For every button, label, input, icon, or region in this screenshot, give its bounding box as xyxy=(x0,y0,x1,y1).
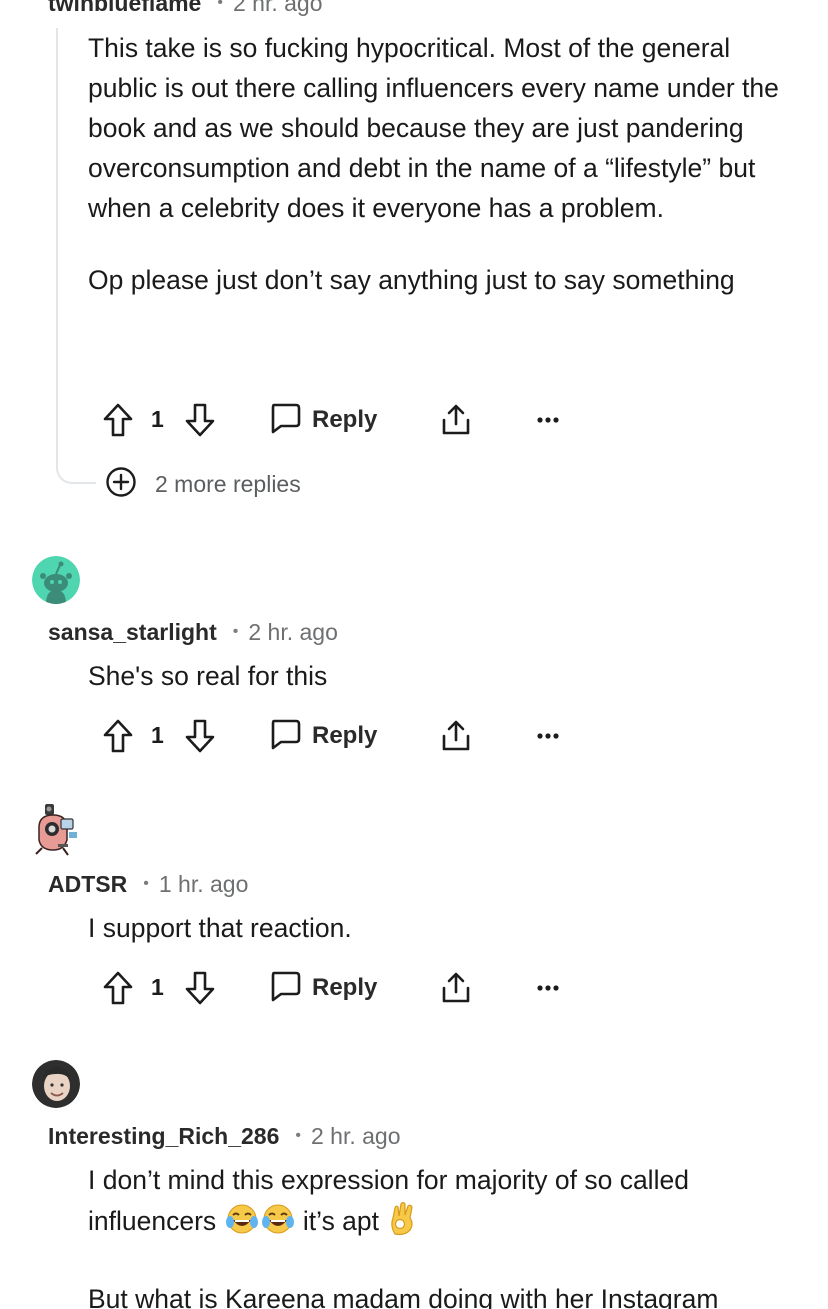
comment-text: it’s apt xyxy=(302,1206,380,1236)
vote-count: 1 xyxy=(151,722,164,748)
avatar[interactable] xyxy=(32,804,80,856)
downvote-icon[interactable] xyxy=(182,400,218,440)
vote-count: 1 xyxy=(151,974,164,1000)
username[interactable]: sansa_starlight xyxy=(48,619,217,646)
comment-paragraph: influencers it’s apt xyxy=(88,1200,788,1247)
comment-body: I support that reaction. xyxy=(88,908,788,948)
comment-paragraph: I support that reaction. xyxy=(88,913,352,943)
downvote-icon[interactable] xyxy=(182,716,218,756)
snoo-avatar-icon xyxy=(32,556,80,604)
comment-meta: Interesting_Rich_286 • 2 hr. ago xyxy=(48,1121,401,1151)
share-icon[interactable] xyxy=(438,716,474,756)
upvote-icon[interactable] xyxy=(100,400,136,440)
reply-button[interactable]: Reply xyxy=(268,400,377,440)
tears-of-joy-emoji xyxy=(261,1202,295,1247)
comment-body: She's so real for this xyxy=(88,656,788,696)
separator-dot: • xyxy=(143,875,149,892)
ellipsis-icon[interactable] xyxy=(530,968,566,1008)
more-replies-label: 2 more replies xyxy=(155,470,301,497)
downvote-icon[interactable] xyxy=(182,968,218,1008)
thread-line[interactable] xyxy=(56,28,58,468)
vote-count: 1 xyxy=(151,406,164,432)
comment-paragraph: I don’t mind this expression for majorit… xyxy=(88,1165,689,1195)
comment-actions: 1 Reply xyxy=(100,400,570,440)
timestamp: 1 hr. ago xyxy=(158,870,249,897)
photo-avatar-icon xyxy=(32,1060,80,1108)
plus-circle-icon xyxy=(105,466,137,503)
comment-actions: 1 Reply xyxy=(100,716,570,756)
share-icon[interactable] xyxy=(438,968,474,1008)
robot-avatar-icon xyxy=(35,804,77,856)
tears-of-joy-emoji xyxy=(225,1202,259,1247)
comment-paragraph: Op please just don’t say anything just t… xyxy=(88,265,735,295)
timestamp: 2 hr. ago xyxy=(248,618,338,645)
username[interactable]: Interesting_Rich_286 xyxy=(48,1123,279,1150)
comment-text: influencers xyxy=(88,1206,217,1236)
reply-label: Reply xyxy=(312,722,378,749)
chat-bubble-icon xyxy=(268,717,302,756)
upvote-icon[interactable] xyxy=(100,716,136,756)
avatar[interactable] xyxy=(32,556,80,604)
separator-dot: • xyxy=(295,1127,301,1144)
separator-dot: • xyxy=(232,623,239,640)
reply-label: Reply xyxy=(312,406,378,433)
ok-hand-emoji xyxy=(387,1200,417,1247)
comment-body: This take is so fucking hypocritical. Mo… xyxy=(88,28,788,300)
separator-dot: • xyxy=(217,0,223,11)
chat-bubble-icon xyxy=(268,401,302,440)
share-icon[interactable] xyxy=(438,400,474,440)
timestamp: 2 hr. ago xyxy=(232,0,323,16)
comment-paragraph: She's so real for this xyxy=(88,661,328,691)
comment-paragraph: This take is so fucking hypocritical. Mo… xyxy=(88,33,779,223)
username[interactable]: twinblueflame xyxy=(48,0,201,17)
more-replies-button[interactable]: 2 more replies xyxy=(105,466,301,503)
comment-meta: ADTSR • 1 hr. ago xyxy=(48,869,248,899)
reply-button[interactable]: Reply xyxy=(268,716,377,756)
comment-paragraph: But what is Kareena madam doing with her… xyxy=(88,1284,719,1309)
avatar[interactable] xyxy=(32,1060,80,1108)
reply-button[interactable]: Reply xyxy=(268,968,377,1008)
ellipsis-icon[interactable] xyxy=(530,716,566,756)
username[interactable]: ADTSR xyxy=(48,871,127,898)
comment-meta: sansa_starlight • 2 hr. ago xyxy=(48,617,338,647)
chat-bubble-icon xyxy=(268,969,302,1008)
comment-meta: twinblueflame • 2 hr. ago xyxy=(48,0,323,18)
comment-actions: 1 Reply xyxy=(100,968,570,1008)
reply-label: Reply xyxy=(312,974,378,1001)
thread-line-curve xyxy=(56,448,96,484)
comment-thread: twinblueflame • 2 hr. ago This take is s… xyxy=(0,0,828,1309)
ellipsis-icon[interactable] xyxy=(530,400,566,440)
upvote-icon[interactable] xyxy=(100,968,136,1008)
timestamp: 2 hr. ago xyxy=(310,1122,401,1149)
comment-body: I don’t mind this expression for majorit… xyxy=(88,1160,788,1309)
